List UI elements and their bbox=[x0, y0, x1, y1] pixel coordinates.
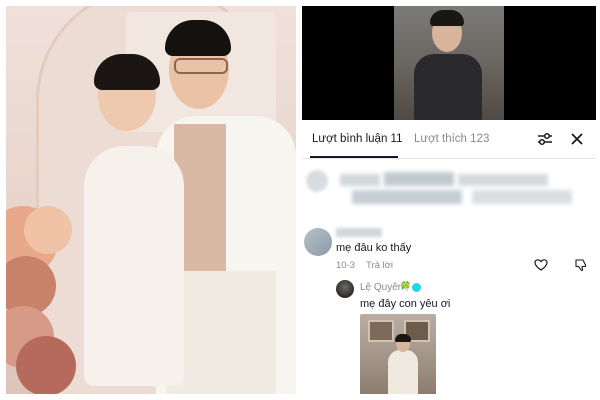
verified-badge-icon bbox=[412, 283, 421, 292]
woman-dress bbox=[84, 146, 184, 386]
comment-text: mẹ đâu ko thấy bbox=[336, 242, 412, 254]
photo-person-body bbox=[388, 350, 418, 394]
reply-username[interactable]: Lệ Quyên bbox=[360, 282, 403, 293]
thumbs-down-icon[interactable] bbox=[574, 258, 588, 272]
blurred-avatar bbox=[306, 170, 328, 192]
close-icon[interactable] bbox=[568, 130, 586, 148]
blur-block bbox=[384, 172, 454, 186]
balloon bbox=[24, 206, 72, 254]
video-person-hair bbox=[430, 10, 464, 26]
active-tab-indicator bbox=[310, 156, 398, 158]
comments-panel: Lượt bình luận 11 Lượt thích 123 mẹ đâu … bbox=[302, 6, 596, 394]
sliders-icon[interactable] bbox=[536, 130, 554, 148]
video-person-body bbox=[414, 54, 482, 120]
blurred-username bbox=[336, 228, 382, 237]
man-glasses bbox=[174, 58, 228, 74]
heart-icon[interactable] bbox=[534, 258, 548, 272]
comment-date: 10-3 bbox=[336, 260, 356, 271]
reply-username-emoji: 🍀 bbox=[400, 281, 412, 291]
tab-likes[interactable]: Lượt thích 123 bbox=[414, 133, 489, 145]
blurred-comment bbox=[332, 168, 594, 214]
video-frame bbox=[394, 6, 504, 120]
comment-tabs: Lượt bình luận 11 Lượt thích 123 bbox=[302, 120, 596, 159]
blur-block bbox=[472, 190, 572, 204]
reply-attached-photo[interactable] bbox=[360, 314, 436, 394]
tab-comments[interactable]: Lượt bình luận 11 bbox=[312, 133, 402, 145]
video-player[interactable] bbox=[302, 6, 596, 120]
reply-button[interactable]: Trả lời bbox=[366, 260, 393, 271]
balloon bbox=[16, 336, 76, 394]
photo-couple bbox=[6, 6, 296, 394]
reply-text: mẹ đây con yêu ơi bbox=[360, 298, 451, 310]
photo-wall-frame bbox=[368, 320, 394, 342]
commenter-avatar[interactable] bbox=[304, 228, 332, 256]
photo-person-hair bbox=[395, 334, 411, 342]
blur-block bbox=[458, 174, 548, 186]
blur-block bbox=[340, 174, 380, 186]
reply-avatar[interactable] bbox=[336, 280, 354, 298]
blur-block bbox=[352, 190, 462, 204]
